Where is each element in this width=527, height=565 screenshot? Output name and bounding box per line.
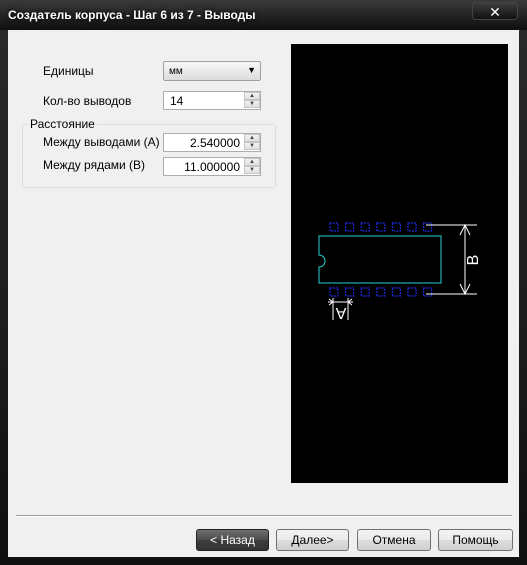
pad-bottom-2 [344, 287, 355, 297]
next-button[interactable]: Далее> [276, 529, 349, 551]
footprint-preview: B A [291, 44, 508, 483]
dimension-a-label: A [335, 304, 346, 321]
units-label: Единицы [43, 64, 94, 78]
pin-count-spinner[interactable]: 14 ▲ ▼ [163, 91, 261, 110]
pad-array [329, 222, 433, 297]
close-button[interactable]: ✕ [472, 2, 518, 20]
pad-top-2 [344, 222, 355, 232]
pad-top-1 [329, 222, 339, 232]
pad-top-5 [391, 222, 402, 232]
pad-bottom-5 [391, 287, 402, 297]
pad-top-3 [360, 222, 370, 232]
pin-pitch-up-button[interactable]: ▲ [244, 134, 260, 142]
row-spacing-up-button[interactable]: ▲ [244, 158, 260, 166]
pad-bottom-6 [407, 287, 417, 297]
units-select[interactable]: мм ▼ [163, 61, 261, 81]
pad-bottom-1 [329, 287, 339, 297]
pin-count-down-button[interactable]: ▼ [244, 100, 260, 108]
dimension-b-label: B [465, 255, 482, 266]
pad-bottom-7 [423, 287, 433, 297]
pin-count-label: Кол-во выводов [43, 94, 132, 108]
pin-pitch-down-button[interactable]: ▼ [244, 142, 260, 150]
help-button[interactable]: Помощь [438, 529, 513, 551]
wizard-window: Создатель корпуса - Шаг 6 из 7 - Выводы … [0, 0, 527, 565]
row-spacing-spinner[interactable]: 11.000000 ▲ ▼ [163, 157, 261, 176]
pad-top-6 [407, 222, 417, 232]
pin-pitch-value: 2.540000 [189, 136, 240, 150]
cancel-button[interactable]: Отмена [357, 529, 431, 551]
row-spacing-label: Между рядами (B) [43, 158, 146, 172]
row-spacing-down-button[interactable]: ▼ [244, 166, 260, 174]
pin-count-value: 14 [170, 94, 184, 108]
title-bar[interactable]: Создатель корпуса - Шаг 6 из 7 - Выводы … [0, 0, 527, 30]
back-button[interactable]: < Назад [196, 529, 269, 551]
pad-top-7 [423, 222, 433, 232]
pin-pitch-label: Между выводами (A) [43, 135, 160, 149]
spacing-group-label: Расстояние [28, 117, 97, 131]
pad-top-4 [376, 222, 386, 232]
pin-pitch-spinner[interactable]: 2.540000 ▲ ▼ [163, 133, 261, 152]
pad-bottom-3 [360, 287, 370, 297]
wizard-client-area: Единицы мм ▼ Кол-во выводов 14 ▲ ▼ Расст… [8, 30, 519, 557]
pin-count-up-button[interactable]: ▲ [244, 92, 260, 100]
component-body-outline [318, 235, 442, 284]
close-icon: ✕ [489, 4, 501, 20]
pad-bottom-4 [376, 287, 386, 297]
footprint-preview-canvas: B A [318, 222, 482, 321]
units-value: мм [169, 66, 183, 77]
chevron-down-icon[interactable]: ▼ [247, 65, 256, 75]
window-title: Создатель корпуса - Шаг 6 из 7 - Выводы [8, 8, 256, 22]
row-spacing-value: 11.000000 [184, 160, 240, 174]
button-separator [16, 515, 512, 517]
